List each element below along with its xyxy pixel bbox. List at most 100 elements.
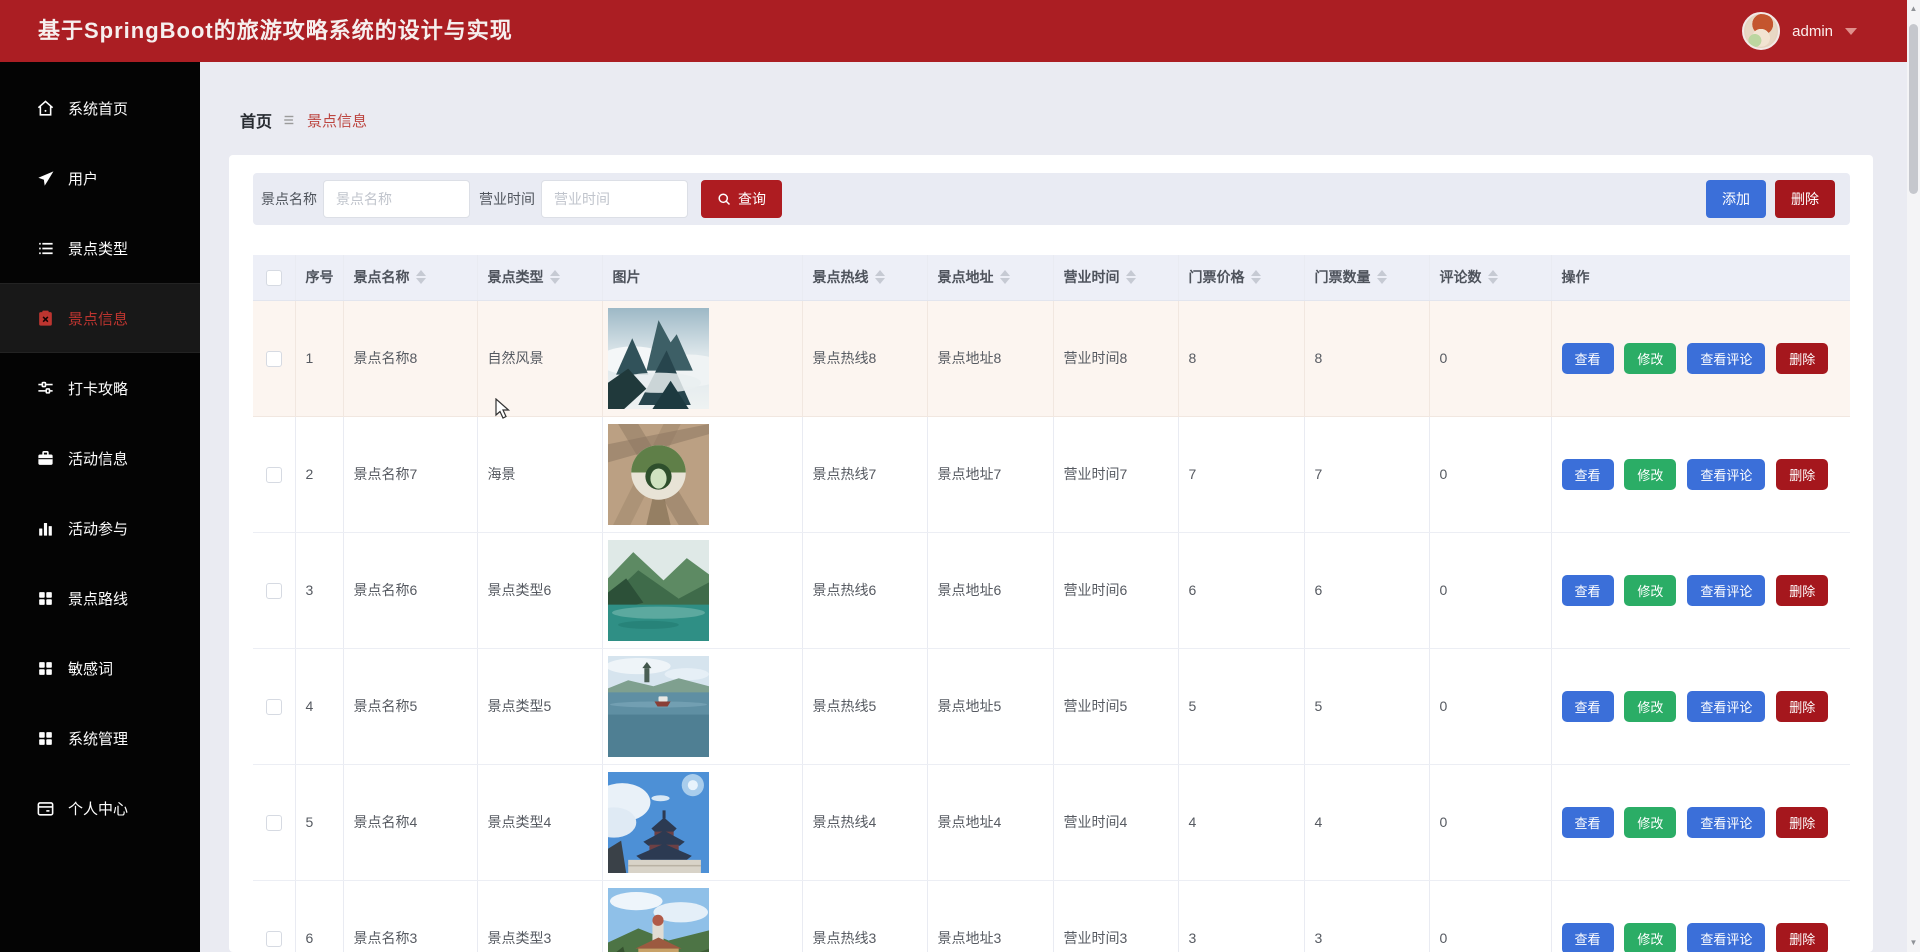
attraction-photo-misty-mountains	[607, 307, 709, 409]
sidebar-item-home[interactable]: 系统首页	[0, 73, 200, 143]
edit-button[interactable]: 修改	[1624, 574, 1677, 606]
table-row: 2 景点名称7 海景 景点热线7 景点地址7 营业时间7 7 7 0 查看 修改…	[253, 416, 1850, 533]
select-all-checkbox[interactable]	[265, 269, 282, 286]
cell-quantity: 4	[1304, 764, 1430, 881]
edit-button[interactable]: 修改	[1624, 342, 1677, 374]
clipboard-icon	[36, 309, 55, 328]
sidebar-item-system-management[interactable]: 系统管理	[0, 703, 200, 773]
sidebar-item-personal-center[interactable]: 个人中心	[0, 773, 200, 843]
sort-icon[interactable]	[874, 270, 885, 285]
row-delete-button[interactable]: 删除	[1776, 806, 1829, 838]
col-price[interactable]: 门票价格	[1178, 255, 1305, 301]
cell-hours: 营业时间4	[1053, 764, 1179, 881]
sort-icon[interactable]	[549, 270, 560, 285]
search-button[interactable]: 查询	[701, 180, 782, 218]
col-actions: 操作	[1551, 255, 1850, 301]
col-quantity[interactable]: 门票数量	[1304, 255, 1430, 301]
view-comments-button[interactable]: 查看评论	[1687, 922, 1766, 952]
row-delete-button[interactable]: 删除	[1776, 690, 1829, 722]
business-hours-input[interactable]	[541, 180, 688, 218]
cell-hours: 营业时间6	[1053, 532, 1179, 649]
row-checkbox[interactable]	[265, 582, 282, 599]
sidebar-item-label: 活动参与	[68, 520, 129, 538]
scroll-down-icon[interactable]: ▼	[1907, 936, 1920, 950]
sidebar-item-label: 用户	[68, 170, 99, 188]
cell-price: 3	[1178, 880, 1305, 952]
sidebar-item-label: 景点类型	[68, 240, 129, 258]
delete-button[interactable]: 删除	[1775, 180, 1835, 218]
sidebar-item-attraction-route[interactable]: 景点路线	[0, 563, 200, 633]
attraction-photo-west-lake-boat	[607, 655, 709, 757]
cell-address: 景点地址8	[927, 300, 1054, 417]
scrollbar[interactable]: ▲ ▼	[1907, 0, 1920, 952]
sort-icon[interactable]	[1487, 270, 1498, 285]
cell-comments: 0	[1429, 648, 1552, 765]
attraction-name-input[interactable]	[323, 180, 470, 218]
cell-index: 2	[295, 416, 344, 533]
cell-quantity: 5	[1304, 648, 1430, 765]
col-comments[interactable]: 评论数	[1429, 255, 1552, 301]
view-comments-button[interactable]: 查看评论	[1687, 458, 1766, 490]
sort-icon[interactable]	[1125, 270, 1136, 285]
col-name[interactable]: 景点名称	[343, 255, 478, 301]
row-checkbox[interactable]	[265, 814, 282, 831]
user-menu[interactable]: admin	[1742, 0, 1857, 62]
sort-icon[interactable]	[999, 270, 1010, 285]
col-address[interactable]: 景点地址	[927, 255, 1054, 301]
sidebar: 系统首页 用户 景点类型 景点信息 打卡攻略 活动信息 活动参与 景点路线 敏感…	[0, 62, 200, 952]
attraction-photo-garden-ornament	[607, 423, 709, 525]
sort-icon[interactable]	[1376, 270, 1387, 285]
cell-type: 景点类型4	[477, 764, 603, 881]
view-button[interactable]: 查看	[1561, 458, 1614, 490]
sidebar-item-label: 景点路线	[68, 590, 129, 608]
breadcrumb-home-link[interactable]: 首页	[240, 108, 272, 132]
sidebar-item-sensitive-words[interactable]: 敏感词	[0, 633, 200, 703]
view-button[interactable]: 查看	[1561, 574, 1614, 606]
view-button[interactable]: 查看	[1561, 690, 1614, 722]
attractions-table: 序号 景点名称 景点类型 图片 景点热线 景点地址 营业时间 门票价格 门票数量…	[253, 255, 1850, 952]
row-delete-button[interactable]: 删除	[1776, 922, 1829, 952]
cell-name: 景点名称4	[343, 764, 478, 881]
sort-icon[interactable]	[415, 270, 426, 285]
cell-photo	[602, 300, 803, 417]
cell-quantity: 6	[1304, 532, 1430, 649]
sidebar-item-label: 个人中心	[68, 800, 129, 818]
view-comments-button[interactable]: 查看评论	[1687, 342, 1766, 374]
edit-button[interactable]: 修改	[1624, 806, 1677, 838]
add-button[interactable]: 添加	[1706, 180, 1766, 218]
view-comments-button[interactable]: 查看评论	[1687, 806, 1766, 838]
col-hours[interactable]: 营业时间	[1053, 255, 1179, 301]
col-type[interactable]: 景点类型	[477, 255, 603, 301]
sidebar-item-attraction-type[interactable]: 景点类型	[0, 213, 200, 283]
scroll-up-icon[interactable]: ▲	[1907, 2, 1920, 16]
sidebar-item-attraction-info[interactable]: 景点信息	[0, 283, 200, 353]
sidebar-item-checkin-guide[interactable]: 打卡攻略	[0, 353, 200, 423]
row-delete-button[interactable]: 删除	[1776, 342, 1829, 374]
sidebar-item-label: 敏感词	[68, 660, 114, 678]
view-button[interactable]: 查看	[1561, 922, 1614, 952]
row-checkbox[interactable]	[265, 930, 282, 947]
row-checkbox[interactable]	[265, 466, 282, 483]
cell-name: 景点名称6	[343, 532, 478, 649]
row-checkbox[interactable]	[265, 350, 282, 367]
sidebar-item-activity-info[interactable]: 活动信息	[0, 423, 200, 493]
edit-button[interactable]: 修改	[1624, 922, 1677, 952]
sort-icon[interactable]	[1250, 270, 1261, 285]
row-checkbox[interactable]	[265, 698, 282, 715]
cell-hotline: 景点热线3	[802, 880, 928, 952]
view-button[interactable]: 查看	[1561, 342, 1614, 374]
scrollbar-thumb[interactable]	[1909, 24, 1918, 194]
sidebar-item-activity-participation[interactable]: 活动参与	[0, 493, 200, 563]
col-hotline[interactable]: 景点热线	[802, 255, 928, 301]
briefcase-icon	[36, 449, 55, 468]
edit-button[interactable]: 修改	[1624, 458, 1677, 490]
grid-icon	[36, 589, 55, 608]
view-comments-button[interactable]: 查看评论	[1687, 574, 1766, 606]
view-comments-button[interactable]: 查看评论	[1687, 690, 1766, 722]
sidebar-item-users[interactable]: 用户	[0, 143, 200, 213]
id-card-icon	[36, 799, 55, 818]
view-button[interactable]: 查看	[1561, 806, 1614, 838]
edit-button[interactable]: 修改	[1624, 690, 1677, 722]
row-delete-button[interactable]: 删除	[1776, 458, 1829, 490]
row-delete-button[interactable]: 删除	[1776, 574, 1829, 606]
